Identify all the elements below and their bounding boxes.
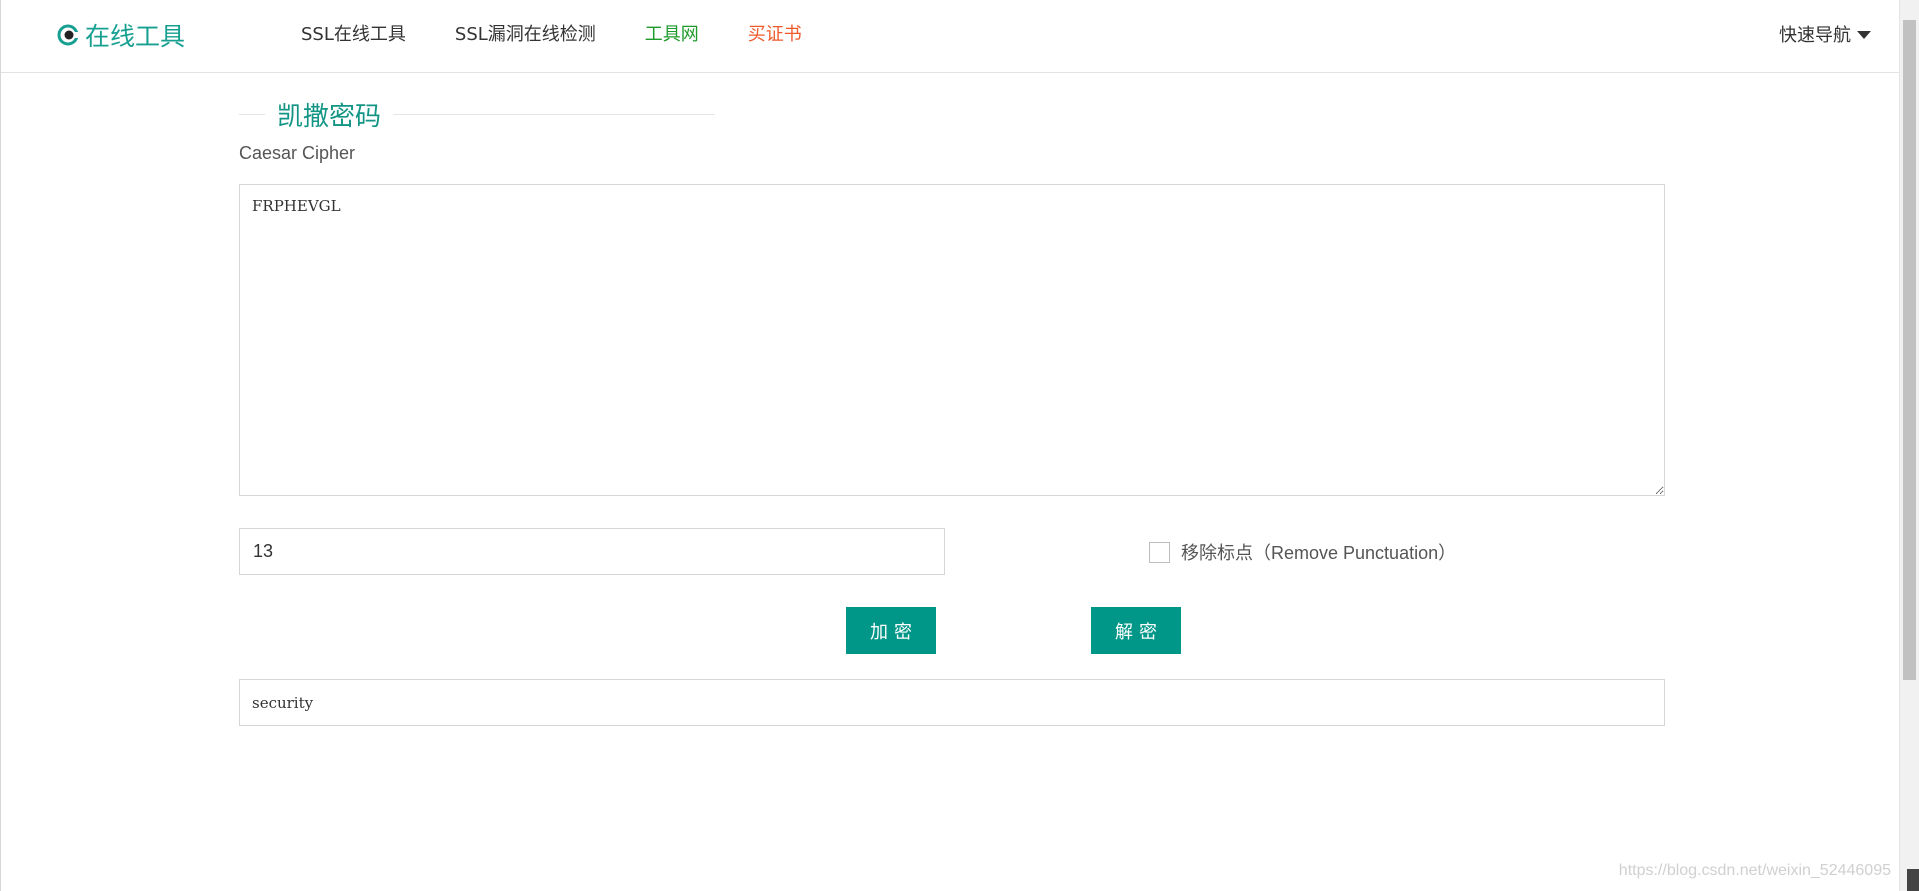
divider [393, 113, 715, 115]
scrollbar-corner [1907, 869, 1919, 891]
nav-ssl-vuln-check[interactable]: SSL漏洞在线检测 [455, 20, 596, 46]
eye-logo-icon [57, 24, 79, 46]
tool-title-row: 凯撒密码 [239, 97, 715, 132]
shift-amount-input[interactable] [239, 528, 945, 575]
page-title: 凯撒密码 [277, 101, 382, 132]
vertical-scrollbar[interactable] [1899, 0, 1919, 891]
quick-nav-label: 快速导航 [1779, 25, 1851, 46]
page-subtitle: Caesar Cipher [239, 143, 356, 163]
nav-tools-site[interactable]: 工具网 [645, 20, 699, 46]
nav-ssl-tools[interactable]: SSL在线工具 [301, 20, 406, 46]
logo-text: 在线工具 [85, 22, 186, 51]
quick-nav-dropdown[interactable]: 快速导航 [1779, 21, 1871, 47]
scrollbar-thumb[interactable] [1903, 20, 1916, 680]
result-output[interactable]: security [239, 679, 1665, 726]
remove-punctuation-checkbox[interactable] [1149, 541, 1170, 563]
main-nav: SSL在线工具 SSL漏洞在线检测 工具网 买证书 [301, 20, 802, 46]
page: 在线工具 SSL在线工具 SSL漏洞在线检测 工具网 买证书 快速导航 凯撒密码… [0, 0, 1919, 891]
result-text: security [252, 693, 314, 712]
caret-down-icon [1857, 31, 1871, 39]
top-navbar: 在线工具 SSL在线工具 SSL漏洞在线检测 工具网 买证书 快速导航 [1, 0, 1901, 73]
remove-punctuation-option[interactable]: 移除标点（Remove Punctuation） [1149, 539, 1456, 565]
divider [239, 113, 265, 115]
site-logo[interactable]: 在线工具 [57, 18, 185, 52]
decrypt-button[interactable]: 解密 [1091, 607, 1181, 654]
remove-punctuation-label: 移除标点（Remove Punctuation） [1181, 543, 1457, 563]
watermark: https://blog.csdn.net/weixin_52446095 [1618, 862, 1891, 879]
cipher-text-input[interactable]: FRPHEVGL [239, 184, 1665, 496]
nav-buy-cert[interactable]: 买证书 [748, 20, 802, 46]
encrypt-button[interactable]: 加密 [846, 607, 936, 654]
